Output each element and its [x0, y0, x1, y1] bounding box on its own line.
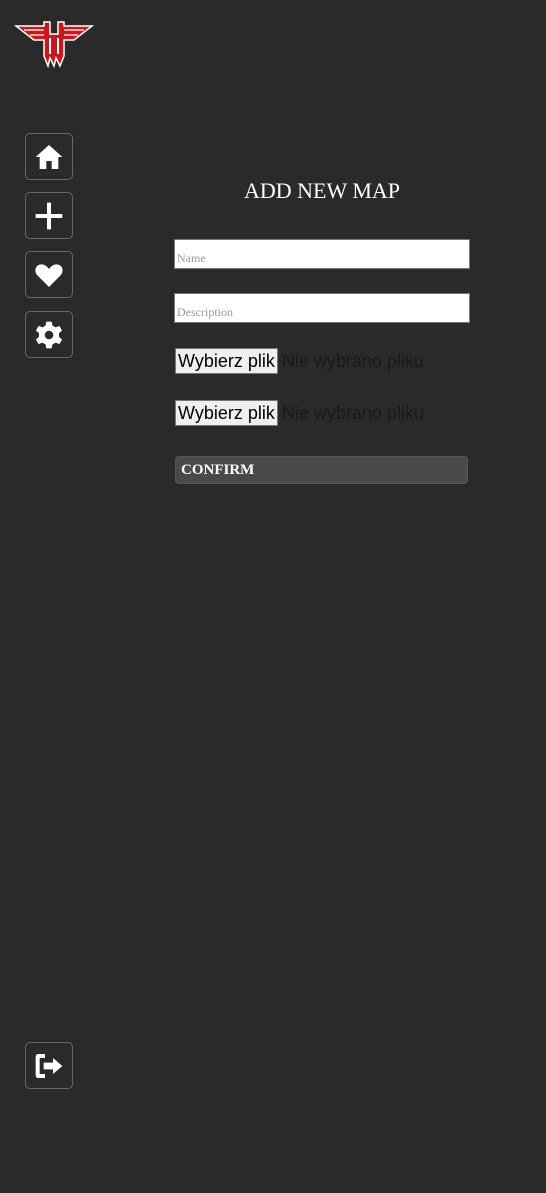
description-input[interactable] — [174, 293, 470, 323]
page-title: ADD NEW MAP — [243, 178, 401, 203]
confirm-button[interactable]: CONFIRM — [175, 456, 468, 484]
logout-icon — [35, 1053, 63, 1078]
gear-icon — [35, 321, 63, 348]
heart-icon — [35, 263, 63, 287]
home-button[interactable] — [25, 133, 73, 180]
file-input-1[interactable]: Wybierz plik Nie wybrano pliku — [175, 348, 424, 374]
logo — [14, 21, 94, 68]
choose-file-button[interactable]: Wybierz plik — [175, 348, 278, 374]
file-status: Nie wybrano pliku — [281, 402, 424, 423]
add-map-button[interactable] — [25, 192, 73, 239]
file-status: Nie wybrano pliku — [281, 350, 424, 371]
home-icon — [35, 144, 63, 169]
name-input[interactable] — [174, 239, 470, 269]
file-input-2[interactable]: Wybierz plik Nie wybrano pliku — [175, 400, 424, 426]
choose-file-button[interactable]: Wybierz plik — [175, 400, 278, 426]
favorites-button[interactable] — [25, 251, 73, 298]
logout-button[interactable] — [25, 1042, 73, 1089]
plus-icon — [35, 202, 63, 229]
settings-button[interactable] — [25, 311, 73, 358]
